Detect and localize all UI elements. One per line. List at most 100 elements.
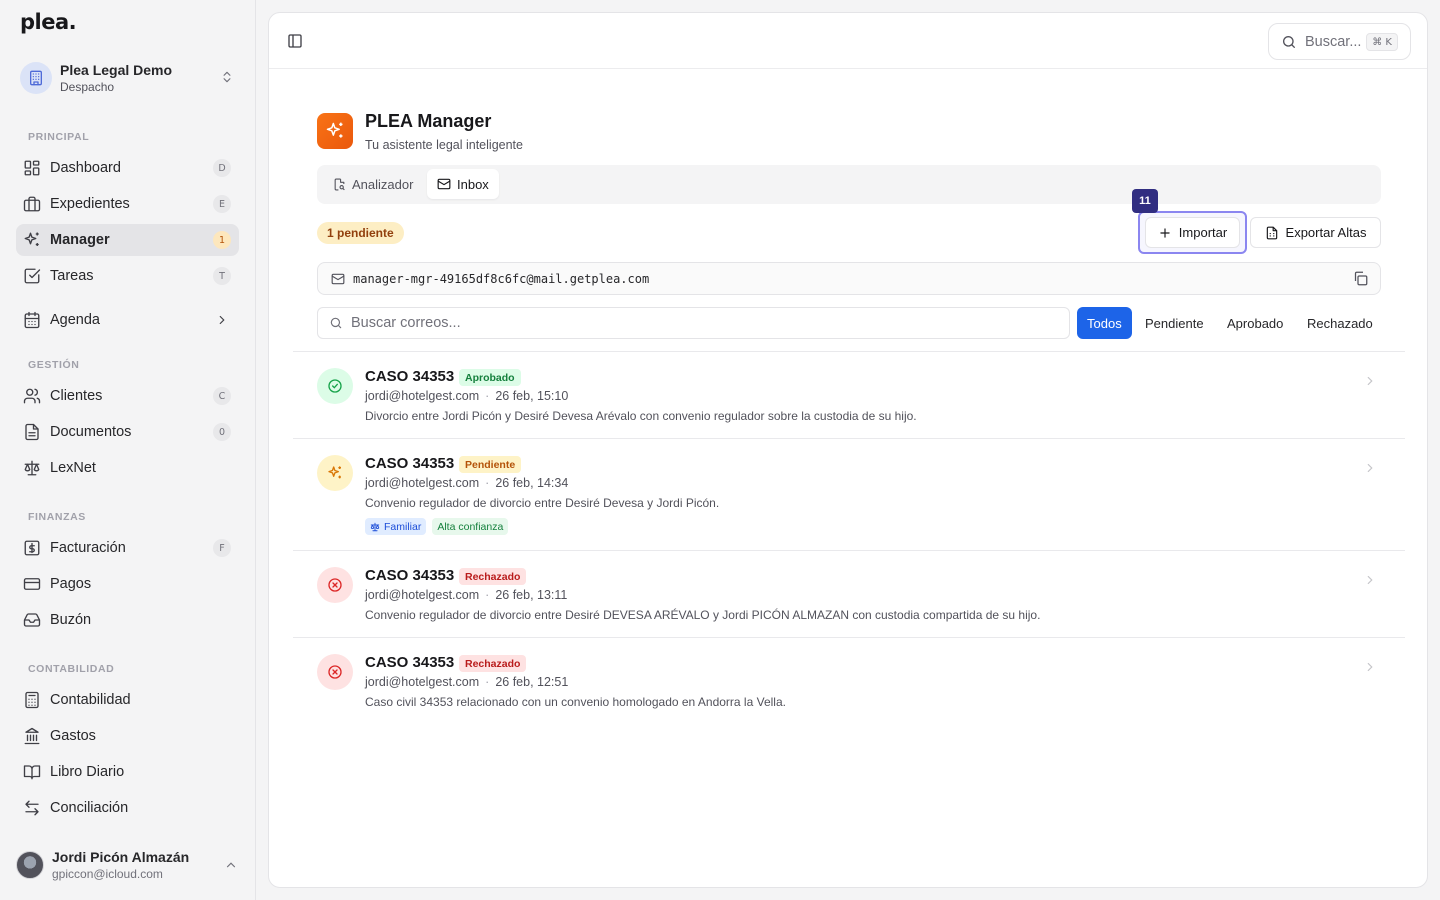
- avatar: [16, 851, 44, 879]
- book-open-icon: [23, 763, 41, 781]
- briefcase-icon: [23, 195, 41, 213]
- tab-bar: Analizador Inbox: [317, 165, 1381, 204]
- email-row[interactable]: CASO 34353 Rechazado jordi@hotelgest.com…: [293, 637, 1405, 724]
- filter-pendiente[interactable]: Pendiente: [1135, 307, 1214, 339]
- global-search[interactable]: Buscar... ⌘ K: [1268, 23, 1411, 60]
- sidebar-item-documentos[interactable]: Documentos 0: [16, 416, 239, 448]
- email-title: CASO 34353: [365, 567, 455, 584]
- topbar: Buscar... ⌘ K: [269, 13, 1427, 69]
- sidebar-item-lexnet[interactable]: LexNet: [16, 452, 239, 484]
- sparkles-icon: [317, 113, 353, 149]
- filter-todos[interactable]: Todos: [1077, 307, 1132, 339]
- tab-analizador[interactable]: Analizador: [323, 169, 423, 199]
- sparkles-icon: [23, 231, 41, 249]
- sidebar-item-label: Contabilidad: [50, 692, 131, 708]
- layout-grid-icon: [23, 159, 41, 177]
- sidebar-item-label: Libro Diario: [50, 764, 125, 780]
- sidebar-item-facturacion[interactable]: Facturación F: [16, 532, 239, 564]
- status-badge: Aprobado: [459, 369, 521, 386]
- filter-aprobado[interactable]: Aprobado: [1217, 307, 1293, 339]
- search-icon: [329, 316, 343, 330]
- sidebar-item-dashboard[interactable]: Dashboard D: [16, 152, 239, 184]
- sidebar-item-tareas[interactable]: Tareas T: [16, 260, 239, 292]
- sidebar-item-buzon[interactable]: Buzón: [16, 604, 239, 636]
- panel-left-icon[interactable]: [287, 33, 303, 52]
- sidebar-item-manager[interactable]: Manager 1: [16, 224, 239, 256]
- tag-familiar: Familiar: [365, 518, 427, 535]
- filter-rechazado[interactable]: Rechazado: [1297, 307, 1383, 339]
- sidebar-item-contabilidad[interactable]: Contabilidad: [16, 684, 239, 716]
- sidebar-item-conciliacion[interactable]: Conciliación: [16, 792, 239, 824]
- section-principal: PRINCIPAL: [28, 131, 90, 143]
- tab-inbox[interactable]: Inbox: [427, 169, 499, 199]
- sidebar-item-clientes[interactable]: Clientes C: [16, 380, 239, 412]
- email-list: CASO 34353 Aprobado jordi@hotelgest.com ·…: [293, 351, 1405, 724]
- plus-icon: [1158, 226, 1172, 240]
- arrow-left-right-icon: [23, 799, 41, 817]
- landmark-icon: [23, 727, 41, 745]
- sidebar-item-expedientes[interactable]: Expedientes E: [16, 188, 239, 220]
- export-altas-button[interactable]: Exportar Altas: [1250, 217, 1381, 248]
- email-date: 26 feb, 14:34: [495, 476, 569, 490]
- scale-icon: [370, 522, 380, 532]
- x-circle-icon: [317, 567, 353, 603]
- email-title: CASO 34353: [365, 455, 455, 472]
- email-tags: Familiar Alta confianza: [365, 518, 509, 535]
- status-badge: Rechazado: [459, 568, 527, 585]
- import-button[interactable]: Importar: [1145, 217, 1240, 248]
- user-name: Jordi Picón Almazán: [52, 849, 190, 865]
- dollar-receipt-icon: [23, 539, 41, 557]
- sidebar-item-pagos[interactable]: Pagos: [16, 568, 239, 600]
- sidebar-item-libro-diario[interactable]: Libro Diario: [16, 756, 239, 788]
- tab-label: Inbox: [457, 176, 489, 192]
- chevron-right-icon: [215, 313, 229, 330]
- email-description: Convenio regulador de divorcio entre Des…: [365, 608, 1041, 622]
- email-meta: jordi@hotelgest.com · 26 feb, 14:34: [365, 476, 569, 490]
- sidebar-item-label: Facturación: [50, 540, 126, 556]
- sparkles-icon: [317, 455, 353, 491]
- email-row[interactable]: CASO 34353 Pendiente jordi@hotelgest.com…: [293, 438, 1405, 550]
- sidebar-item-gastos[interactable]: Gastos: [16, 720, 239, 752]
- page-title: PLEA Manager: [365, 111, 492, 131]
- mail-icon: [437, 177, 451, 191]
- chevron-right-icon: [1363, 573, 1377, 590]
- inbox-address-bar: manager-mgr-49165df8c6fc@mail.getplea.co…: [317, 262, 1381, 295]
- sidebar-item-label: Tareas: [50, 268, 94, 284]
- import-button-label: Importar: [1178, 225, 1228, 240]
- users-icon: [23, 387, 41, 405]
- sidebar-item-label: Buzón: [50, 612, 92, 628]
- email-sender: jordi@hotelgest.com: [365, 588, 480, 602]
- calculator-icon: [23, 691, 41, 709]
- file-text-icon: [23, 423, 41, 441]
- app-logo[interactable]: plea.: [20, 10, 77, 34]
- email-date: 26 feb, 15:10: [495, 389, 569, 403]
- chevron-right-icon: [1363, 660, 1377, 677]
- shortcut-hint: C: [213, 387, 231, 405]
- section-finanzas: FINANZAS: [28, 511, 86, 523]
- email-date: 26 feb, 13:11: [495, 588, 568, 602]
- email-search-input[interactable]: [351, 315, 1031, 331]
- credit-card-icon: [23, 575, 41, 593]
- sidebar-item-label: Clientes: [50, 388, 103, 404]
- inbox-email-address[interactable]: manager-mgr-49165df8c6fc@mail.getplea.co…: [353, 272, 649, 286]
- mail-icon: [331, 272, 345, 286]
- sidebar-item-label: Expedientes: [50, 196, 130, 212]
- section-contabilidad: CONTABILIDAD: [28, 663, 115, 675]
- email-date: 26 feb, 12:51: [495, 675, 569, 689]
- calendar-icon: [23, 311, 41, 329]
- sidebar-item-label: Dashboard: [50, 160, 121, 176]
- workspace-switcher[interactable]: Plea Legal Demo Despacho: [16, 56, 240, 100]
- user-menu[interactable]: Jordi Picón Almazán gpiccon@icloud.com: [16, 846, 246, 884]
- email-title: CASO 34353: [365, 368, 455, 385]
- copy-icon[interactable]: [1353, 271, 1368, 289]
- scale-icon: [23, 459, 41, 477]
- check-circle-icon: [317, 368, 353, 404]
- chevron-up-icon: [224, 858, 238, 875]
- email-row[interactable]: CASO 34353 Aprobado jordi@hotelgest.com ·…: [293, 351, 1405, 438]
- email-row[interactable]: CASO 34353 Rechazado jordi@hotelgest.com…: [293, 550, 1405, 637]
- email-meta: jordi@hotelgest.com · 26 feb, 13:11: [365, 588, 568, 602]
- search-shortcut: ⌘ K: [1366, 33, 1398, 51]
- email-search[interactable]: [317, 307, 1070, 339]
- sidebar-item-agenda[interactable]: Agenda: [16, 304, 239, 336]
- tag-label: Familiar: [384, 520, 422, 533]
